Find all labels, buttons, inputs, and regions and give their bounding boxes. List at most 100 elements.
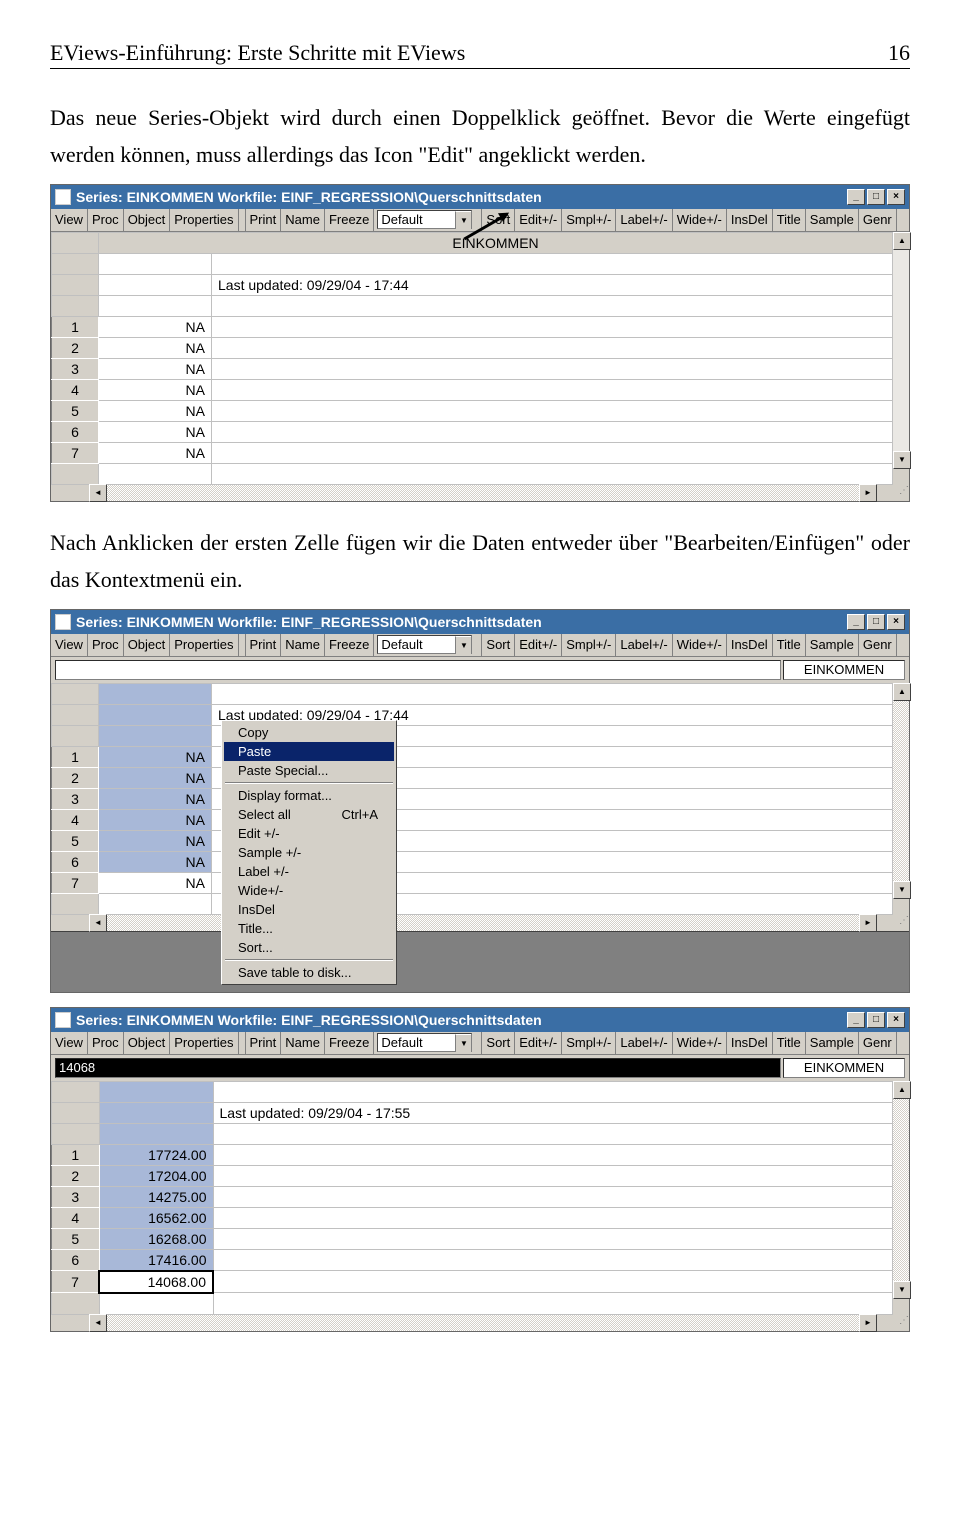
tb-name[interactable]: Name (281, 209, 325, 231)
tb-print[interactable]: Print (245, 1032, 282, 1054)
tb-insdel[interactable]: InsDel (727, 209, 773, 231)
tb-wide[interactable]: Wide+/- (673, 634, 727, 656)
resize-grip[interactable]: ⋰ (893, 915, 909, 931)
data-grid-3[interactable]: Last updated: 09/29/04 - 17:55 117724.00… (51, 1081, 893, 1315)
tb-label[interactable]: Label+/- (616, 209, 672, 231)
vertical-scrollbar[interactable]: ▲ ▼ (893, 1081, 909, 1299)
horizontal-scrollbar[interactable]: ◄ ► (89, 485, 877, 501)
tb-title[interactable]: Title (773, 1032, 806, 1054)
menu-label[interactable]: Label +/- (224, 862, 394, 881)
menu-title[interactable]: Title... (224, 919, 394, 938)
tb-insdel[interactable]: InsDel (727, 1032, 773, 1054)
tb-edit[interactable]: Edit+/- (515, 1032, 562, 1054)
close-button[interactable]: × (887, 614, 905, 630)
tb-name[interactable]: Name (281, 1032, 325, 1054)
scroll-right-icon[interactable]: ► (859, 484, 877, 502)
tb-print[interactable]: Print (245, 209, 282, 231)
tb-label[interactable]: Label+/- (616, 1032, 672, 1054)
menu-paste[interactable]: Paste (224, 742, 394, 761)
tb-object[interactable]: Object (124, 1032, 171, 1054)
tb-genr[interactable]: Genr (859, 634, 897, 656)
maximize-button[interactable]: □ (867, 189, 885, 205)
data-grid-2[interactable]: Last updated: 09/29/04 - 17:44 1NA 2NA 3… (51, 683, 893, 915)
horizontal-scrollbar[interactable]: ◄ ► (89, 915, 877, 931)
edit-input[interactable] (55, 660, 781, 680)
tb-smpl[interactable]: Smpl+/- (562, 634, 616, 656)
tb-view[interactable]: View (51, 634, 88, 656)
scroll-left-icon[interactable]: ◄ (89, 484, 107, 502)
close-button[interactable]: × (887, 1012, 905, 1028)
titlebar[interactable]: Series: EINKOMMEN Workfile: EINF_REGRESS… (51, 185, 909, 209)
tb-view[interactable]: View (51, 1032, 88, 1054)
tb-smpl[interactable]: Smpl+/- (562, 1032, 616, 1054)
menu-sample[interactable]: Sample +/- (224, 843, 394, 862)
scroll-down-icon[interactable]: ▼ (893, 1281, 911, 1299)
view-dropdown[interactable]: Default ▼ (377, 635, 472, 654)
menu-save-table[interactable]: Save table to disk... (224, 963, 394, 982)
vertical-scrollbar[interactable]: ▲ ▼ (893, 232, 909, 469)
menu-sort[interactable]: Sort... (224, 938, 394, 957)
minimize-button[interactable]: _ (847, 614, 865, 630)
scroll-up-icon[interactable]: ▲ (893, 232, 911, 250)
scroll-left-icon[interactable]: ◄ (89, 1314, 107, 1332)
scroll-right-icon[interactable]: ► (859, 914, 877, 932)
tb-view[interactable]: View (51, 209, 88, 231)
menu-wide[interactable]: Wide+/- (224, 881, 394, 900)
tb-title[interactable]: Title (773, 209, 806, 231)
menu-select-all[interactable]: Select allCtrl+A (224, 805, 394, 824)
tb-proc[interactable]: Proc (88, 1032, 124, 1054)
view-dropdown[interactable]: Default ▼ (377, 1033, 472, 1052)
tb-object[interactable]: Object (124, 209, 171, 231)
minimize-button[interactable]: _ (847, 1012, 865, 1028)
close-button[interactable]: × (887, 189, 905, 205)
tb-properties[interactable]: Properties (170, 634, 238, 656)
tb-properties[interactable]: Properties (170, 209, 238, 231)
titlebar[interactable]: Series: EINKOMMEN Workfile: EINF_REGRESS… (51, 1008, 909, 1032)
tb-genr[interactable]: Genr (859, 1032, 897, 1054)
tb-proc[interactable]: Proc (88, 209, 124, 231)
tb-proc[interactable]: Proc (88, 634, 124, 656)
tb-sample[interactable]: Sample (806, 1032, 859, 1054)
tb-freeze[interactable]: Freeze (325, 1032, 374, 1054)
tb-label[interactable]: Label+/- (616, 634, 672, 656)
menu-display-format[interactable]: Display format... (224, 786, 394, 805)
tb-genr[interactable]: Genr (859, 209, 897, 231)
tb-insdel[interactable]: InsDel (727, 634, 773, 656)
tb-freeze[interactable]: Freeze (325, 209, 374, 231)
tb-sample[interactable]: Sample (806, 634, 859, 656)
view-dropdown[interactable]: Default ▼ (377, 210, 472, 229)
titlebar[interactable]: Series: EINKOMMEN Workfile: EINF_REGRESS… (51, 610, 909, 634)
maximize-button[interactable]: □ (867, 614, 885, 630)
tb-object[interactable]: Object (124, 634, 171, 656)
menu-paste-special[interactable]: Paste Special... (224, 761, 394, 780)
tb-sort[interactable]: Sort (481, 1032, 515, 1054)
scroll-left-icon[interactable]: ◄ (89, 914, 107, 932)
scroll-down-icon[interactable]: ▼ (893, 451, 911, 469)
menu-copy[interactable]: Copy (224, 723, 394, 742)
tb-sort[interactable]: Sort (481, 634, 515, 656)
resize-grip[interactable]: ⋰ (893, 485, 909, 501)
tb-wide[interactable]: Wide+/- (673, 209, 727, 231)
scroll-right-icon[interactable]: ► (859, 1314, 877, 1332)
vertical-scrollbar[interactable]: ▲ ▼ (893, 683, 909, 899)
tb-sample[interactable]: Sample (806, 209, 859, 231)
tb-name[interactable]: Name (281, 634, 325, 656)
menu-insdel[interactable]: InsDel (224, 900, 394, 919)
horizontal-scrollbar[interactable]: ◄ ► (89, 1315, 877, 1331)
tb-wide[interactable]: Wide+/- (673, 1032, 727, 1054)
resize-grip[interactable]: ⋰ (893, 1315, 909, 1331)
tb-smpl[interactable]: Smpl+/- (562, 209, 616, 231)
context-menu[interactable]: Copy Paste Paste Special... Display form… (221, 720, 397, 985)
tb-print[interactable]: Print (245, 634, 282, 656)
scroll-up-icon[interactable]: ▲ (893, 1081, 911, 1099)
edit-input[interactable]: 14068 (55, 1058, 781, 1078)
minimize-button[interactable]: _ (847, 189, 865, 205)
data-grid-1[interactable]: EINKOMMEN Last updated: 09/29/04 - 17:44… (51, 232, 893, 485)
maximize-button[interactable]: □ (867, 1012, 885, 1028)
tb-freeze[interactable]: Freeze (325, 634, 374, 656)
scroll-up-icon[interactable]: ▲ (893, 683, 911, 701)
menu-edit[interactable]: Edit +/- (224, 824, 394, 843)
scroll-down-icon[interactable]: ▼ (893, 881, 911, 899)
tb-edit[interactable]: Edit+/- (515, 634, 562, 656)
tb-edit[interactable]: Edit+/- (515, 209, 562, 231)
